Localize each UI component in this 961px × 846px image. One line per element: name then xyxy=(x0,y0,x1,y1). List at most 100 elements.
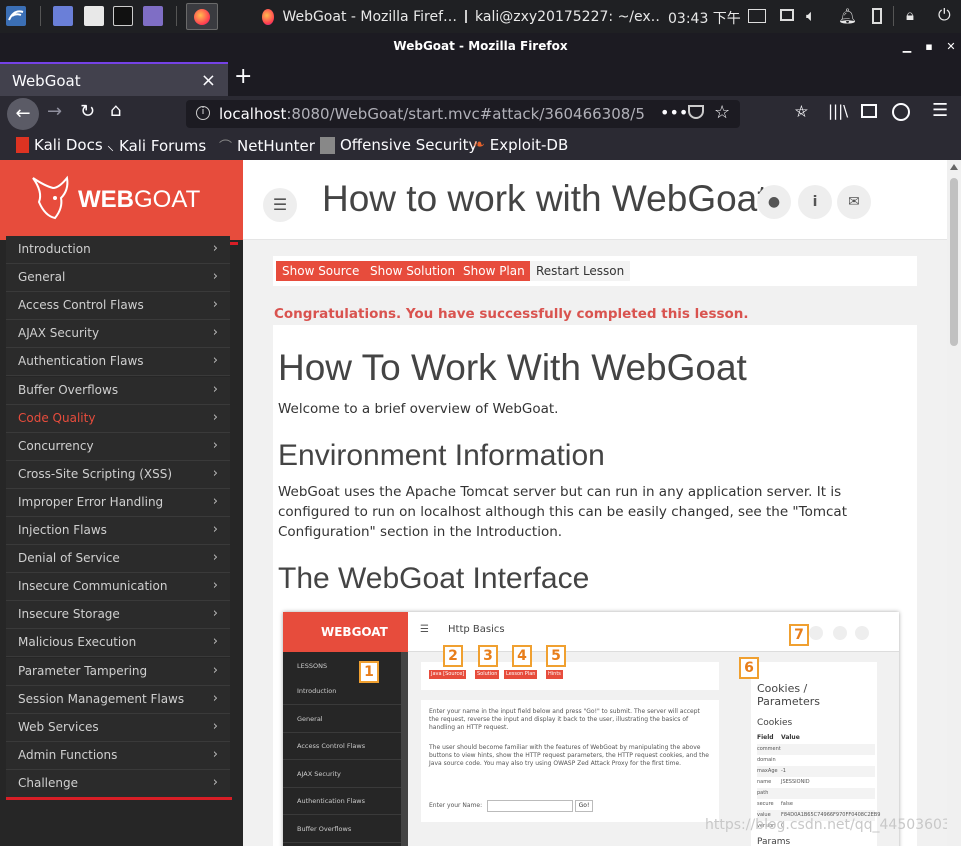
sidebar-item[interactable]: Malicious Execution › xyxy=(6,629,230,658)
annotation-number-box: 3 xyxy=(478,645,498,667)
tab-webgoat[interactable]: WebGoat × xyxy=(0,62,228,96)
environment-text: WebGoat uses the Apache Tomcat server bu… xyxy=(278,484,847,540)
firefox-icon xyxy=(262,8,275,25)
firefox-launcher-icon[interactable] xyxy=(186,3,218,30)
page-actions-icon[interactable]: ••• xyxy=(660,103,688,122)
annotation-number-box: 7 xyxy=(789,624,809,646)
account-icon[interactable] xyxy=(892,103,910,121)
sidebar-item[interactable]: Buffer Overflows › xyxy=(6,376,230,405)
battery-icon[interactable] xyxy=(872,8,882,24)
mini-logo: WEBGOAT xyxy=(283,612,408,652)
mini-cookie-row: maxAge -1 xyxy=(757,766,875,777)
window-titlebar[interactable]: WebGoat - Mozilla Firefox ▁ ▪ ✕ xyxy=(0,33,961,60)
chevron-right-icon: › xyxy=(212,353,218,369)
close-tab-icon[interactable]: × xyxy=(201,70,216,91)
terminal-icon[interactable] xyxy=(113,6,133,26)
info-icon[interactable]: i xyxy=(798,185,832,219)
volume-icon[interactable]: 🔈︎ xyxy=(806,6,816,26)
sidebar-item[interactable]: Introduction › xyxy=(6,236,230,264)
sidebar-item[interactable]: Improper Error Handling › xyxy=(6,488,230,517)
sidebar-item[interactable]: Parameter Tampering › xyxy=(6,657,230,686)
maximize-icon[interactable]: ▪ xyxy=(918,33,940,60)
mini-sidebar: LESSONS Introduction General Access Contro… xyxy=(283,652,408,846)
taskbar-task-terminal[interactable]: kali@zxy20175227: ~/ex… xyxy=(465,0,660,33)
notification-bell-icon[interactable]: 🔔︎ xyxy=(838,7,857,25)
mini-side-item: Introduction xyxy=(283,678,401,705)
hamburger-menu-icon[interactable]: ☰ xyxy=(263,188,297,222)
clock[interactable]: 03:43 下午 xyxy=(668,8,741,28)
close-window-icon[interactable]: ✕ xyxy=(940,33,961,60)
taskbar-task-firefox[interactable]: WebGoat - Mozilla Firef… xyxy=(262,0,457,33)
extension-icon[interactable]: ⛤ xyxy=(795,102,808,122)
home-icon[interactable]: ⌂ xyxy=(110,100,121,121)
menu-icon[interactable]: ☰ xyxy=(932,100,948,121)
offsec-icon xyxy=(320,136,335,154)
environment-heading: Environment Information xyxy=(278,439,605,472)
sidebar-item[interactable]: Injection Flaws › xyxy=(6,517,230,545)
back-icon[interactable]: ← xyxy=(7,98,39,130)
sidebar-item[interactable]: Insecure Storage › xyxy=(6,601,230,630)
sidebar-item[interactable]: Cross-Site Scripting (XSS) › xyxy=(6,460,230,489)
sidebar-item[interactable]: Code Quality › xyxy=(6,404,230,433)
sidebar-item[interactable]: Challenge › xyxy=(6,769,230,798)
sidebar-item[interactable]: General › xyxy=(6,264,230,293)
mini-name-input xyxy=(487,800,573,812)
forward-icon[interactable]: → xyxy=(47,101,62,122)
pocket-icon[interactable] xyxy=(688,105,704,119)
user-icon[interactable]: ● xyxy=(757,185,791,219)
sidebar-item[interactable]: Concurrency › xyxy=(6,432,230,461)
bookmark-kali-docs[interactable]: Kali Docs xyxy=(16,136,103,154)
bookmark-exploit-db[interactable]: ❧ Exploit-DB xyxy=(473,136,568,154)
library-icon[interactable]: |||\ xyxy=(828,102,848,120)
minimize-icon[interactable]: ▁ xyxy=(896,33,918,60)
lesson-content: Show Source Show Solution Show Plan Rest… xyxy=(243,240,947,846)
show-desktop-icon[interactable] xyxy=(53,6,73,26)
sidebar-item[interactable]: Access Control Flaws › xyxy=(6,292,230,321)
chevron-right-icon: › xyxy=(212,578,218,594)
bookmark-star-icon[interactable]: ☆ xyxy=(714,102,730,123)
mini-side-item: Buffer Overflows xyxy=(283,816,401,843)
restart-lesson-button[interactable]: Restart Lesson xyxy=(530,261,631,281)
tab-label: WebGoat xyxy=(12,72,81,90)
sidebar-item[interactable]: Web Services › xyxy=(6,713,230,742)
sidebar-toggle-icon[interactable] xyxy=(861,104,877,118)
webgoat-logo-banner[interactable]: WEBGOAT xyxy=(0,160,243,240)
os-taskbar: WebGoat - Mozilla Firef… kali@zxy2017522… xyxy=(0,0,961,33)
show-source-button[interactable]: Show Source xyxy=(276,261,366,281)
show-solution-button[interactable]: Show Solution xyxy=(364,261,462,281)
chevron-right-icon: › xyxy=(212,662,218,678)
chevron-right-icon: › xyxy=(212,493,218,509)
kali-menu-icon[interactable] xyxy=(6,6,26,26)
sidebar-item[interactable]: AJAX Security › xyxy=(6,320,230,349)
scroll-thumb[interactable] xyxy=(950,178,958,346)
show-plan-button[interactable]: Show Plan xyxy=(457,261,531,281)
interface-screenshot: WEBGOAT LESSONS Introduction General Acces… xyxy=(283,612,899,846)
file-manager-icon[interactable] xyxy=(84,6,104,26)
new-tab-icon[interactable]: + xyxy=(234,64,252,89)
mini-cookie-row: secure false xyxy=(757,799,875,810)
mini-cookie-field: secure xyxy=(757,801,774,807)
sidebar-item[interactable]: Denial of Service › xyxy=(6,545,230,574)
sidebar-item[interactable]: Authentication Flaws › xyxy=(6,348,230,377)
mail-icon[interactable]: ✉ xyxy=(837,185,871,219)
url-host: localhost xyxy=(219,105,287,123)
bookmark-nethunter[interactable]: ⌒ NetHunter xyxy=(219,136,315,156)
page-scrollbar[interactable] xyxy=(947,160,961,846)
bookmark-offensive-security[interactable]: Offensive Security xyxy=(320,136,477,154)
url-bar[interactable]: i localhost:8080/WebGoat/start.mvc#attac… xyxy=(186,100,740,128)
keyboard-icon[interactable] xyxy=(748,9,766,23)
bookmark-kali-forums[interactable]: ⸜ Kali Forums xyxy=(107,136,206,155)
reload-icon[interactable]: ↻ xyxy=(80,101,95,122)
site-info-icon[interactable]: i xyxy=(196,106,210,120)
power-icon[interactable]: ⏻ xyxy=(938,5,951,25)
logo-text-light: GOAT xyxy=(134,186,201,213)
lock-icon[interactable]: 🔒︎ xyxy=(906,6,914,24)
mini-info-icon xyxy=(833,626,847,640)
sidebar-item[interactable]: Insecure Communication › xyxy=(6,573,230,602)
scroll-up-icon[interactable] xyxy=(950,164,958,170)
sidebar-item[interactable]: Admin Functions › xyxy=(6,741,230,770)
sidebar-item[interactable]: Session Management Flaws › xyxy=(6,685,230,714)
app-icon[interactable] xyxy=(143,6,163,26)
mini-solution-button: Solution xyxy=(475,670,500,679)
display-icon[interactable] xyxy=(780,9,794,21)
